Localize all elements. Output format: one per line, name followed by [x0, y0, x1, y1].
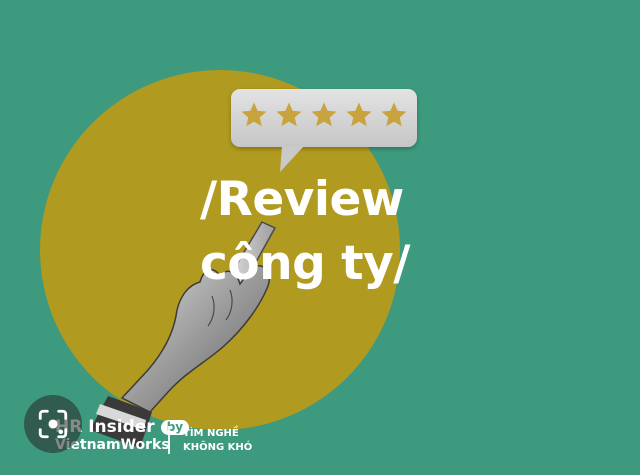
brand-divider — [168, 426, 170, 454]
star-rating — [236, 93, 412, 137]
image-search-lens-button[interactable] — [24, 395, 82, 453]
slogan-line-1: TÌM NGHỀ — [183, 428, 239, 439]
headline-line-2: công ty/ — [200, 236, 410, 291]
slogan: TÌM NGHỀ KHÔNG KHÓ — [183, 427, 252, 455]
review-poster: /Review công ty/ HR Insider by VietnamWo… — [0, 0, 640, 475]
star-icon — [241, 102, 267, 127]
headline-line-1: /Review — [200, 172, 404, 227]
image-search-lens-icon — [38, 409, 68, 439]
star-icon — [346, 102, 372, 127]
star-icon — [381, 102, 407, 127]
star-icon — [311, 102, 337, 127]
slogan-line-2: KHÔNG KHÓ — [183, 442, 253, 453]
star-icon — [276, 102, 302, 127]
headline: /Review công ty/ — [200, 168, 410, 296]
